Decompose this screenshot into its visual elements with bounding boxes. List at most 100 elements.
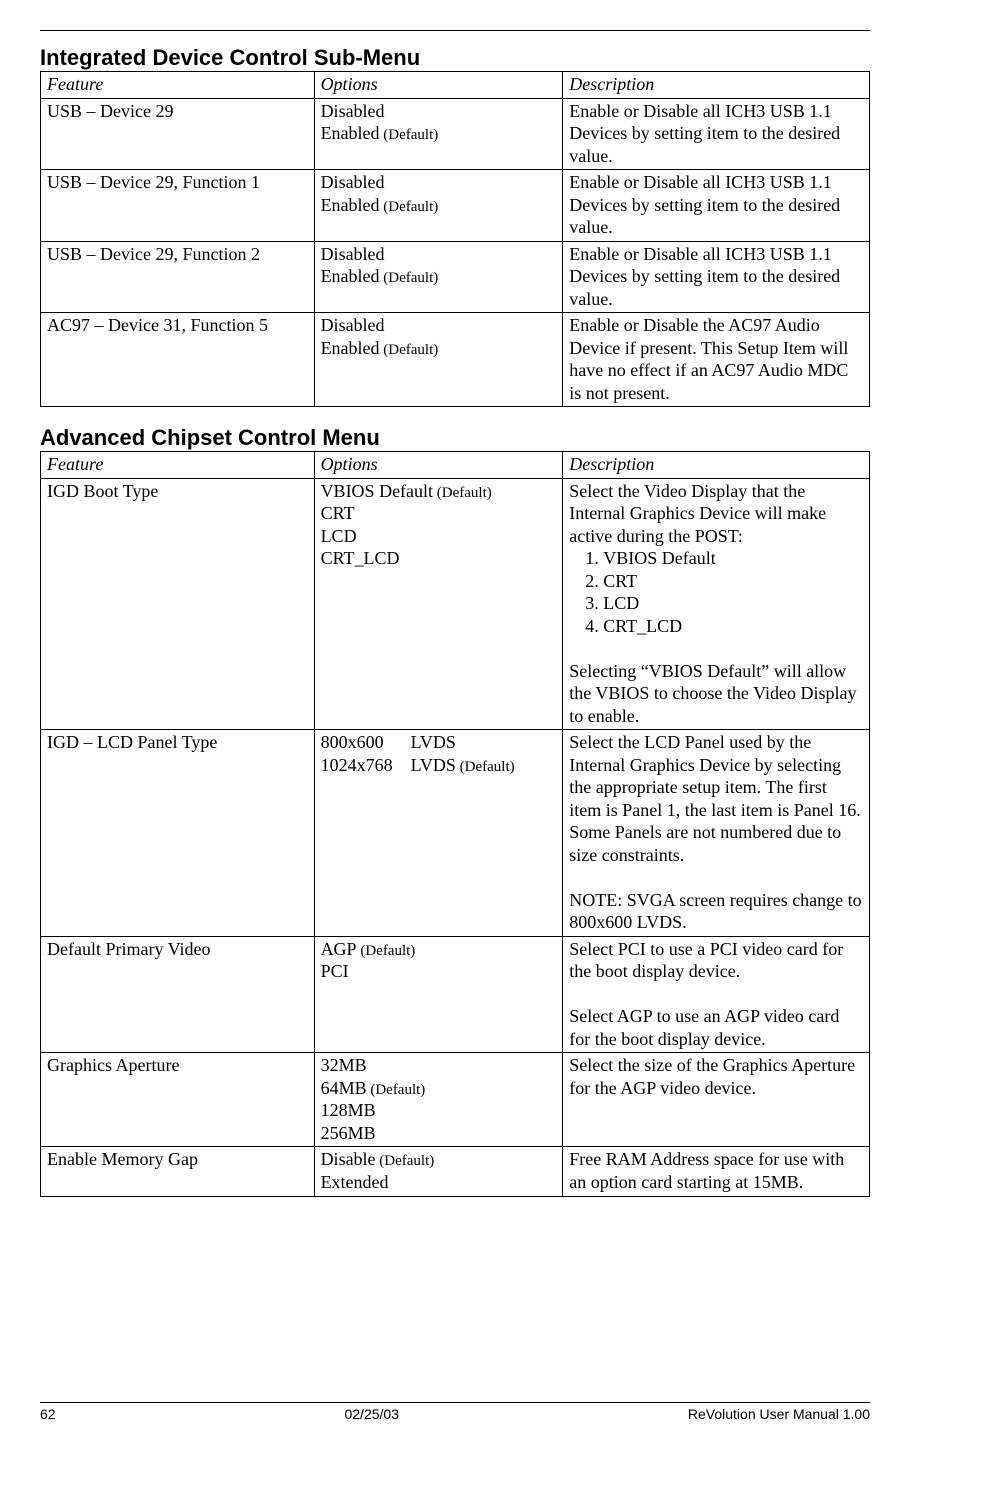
table-header-row: Feature Options Description (41, 72, 870, 99)
description-cell: Enable or Disable all ICH3 USB 1.1 Devic… (563, 241, 870, 313)
table-row: AC97 – Device 31, Function 5DisabledEnab… (41, 313, 870, 407)
options-cell: 800x600 LVDS1024x768 LVDS (Default) (314, 730, 563, 937)
description-cell: Select the Video Display that the Intern… (563, 478, 870, 730)
section2-table: Feature Options Description IGD Boot Typ… (40, 451, 870, 1197)
description-text: Selecting “VBIOS Default” will allow the… (569, 660, 863, 728)
options-cell: DisabledEnabled (Default) (314, 241, 563, 313)
section2-title: Advanced Chipset Control Menu (40, 425, 870, 451)
description-text: Enable or Disable all ICH3 USB 1.1 Devic… (569, 100, 863, 168)
option-value: Disabled (321, 171, 557, 194)
option-value: PCI (321, 960, 557, 983)
description-text: Enable or Disable all ICH3 USB 1.1 Devic… (569, 243, 863, 311)
description-list-item: VBIOS Default (603, 547, 863, 570)
feature-cell: AC97 – Device 31, Function 5 (41, 313, 315, 407)
description-list: VBIOS DefaultCRTLCDCRT_LCD (591, 547, 863, 637)
default-marker: (Default) (380, 270, 439, 286)
options-cell: 32MB64MB (Default)128MB256MB (314, 1053, 563, 1147)
feature-cell: IGD – LCD Panel Type (41, 730, 315, 937)
feature-cell: Default Primary Video (41, 936, 315, 1053)
option-value: LCD (321, 525, 557, 548)
description-cell: Select PCI to use a PCI video card for t… (563, 936, 870, 1053)
option-value: Enabled (Default) (321, 194, 557, 217)
option-value: 800x600 LVDS (321, 731, 557, 754)
table-row: Enable Memory GapDisable (Default)Extend… (41, 1147, 870, 1196)
default-marker: (Default) (367, 1082, 426, 1098)
header-options: Options (314, 452, 563, 479)
description-text: Select AGP to use an AGP video card for … (569, 1005, 863, 1050)
feature-cell: Graphics Aperture (41, 1053, 315, 1147)
option-value: VBIOS Default (Default) (321, 480, 557, 503)
description-text: Enable or Disable the AC97 Audio Device … (569, 314, 863, 404)
page-footer: 62 02/25/03 ReVolution User Manual 1.00 (40, 1402, 870, 1422)
table-row: Default Primary VideoAGP (Default)PCISel… (41, 936, 870, 1053)
header-description: Description (563, 452, 870, 479)
section1-table: Feature Options Description USB – Device… (40, 71, 870, 407)
description-cell: Select the size of the Graphics Aperture… (563, 1053, 870, 1147)
description-text: Select PCI to use a PCI video card for t… (569, 938, 863, 983)
default-marker: (Default) (380, 199, 439, 215)
description-cell: Enable or Disable all ICH3 USB 1.1 Devic… (563, 98, 870, 170)
feature-cell: USB – Device 29, Function 2 (41, 241, 315, 313)
option-value: CRT_LCD (321, 547, 557, 570)
option-value: Disabled (321, 314, 557, 337)
header-description: Description (563, 72, 870, 99)
option-value: Disabled (321, 100, 557, 123)
options-cell: DisabledEnabled (Default) (314, 170, 563, 242)
description-text: Select the size of the Graphics Aperture… (569, 1054, 863, 1099)
header-feature: Feature (41, 452, 315, 479)
default-marker: (Default) (433, 485, 492, 501)
header-options: Options (314, 72, 563, 99)
table-row: USB – Device 29, Function 1DisabledEnabl… (41, 170, 870, 242)
feature-cell: USB – Device 29 (41, 98, 315, 170)
description-cell: Free RAM Address space for use with an o… (563, 1147, 870, 1196)
option-value: 32MB (321, 1054, 557, 1077)
description-list-item: CRT_LCD (603, 615, 863, 638)
footer-manual-title: ReVolution User Manual 1.00 (688, 1406, 870, 1422)
default-marker: (Default) (380, 342, 439, 358)
option-value: 256MB (321, 1122, 557, 1145)
table-row: IGD Boot TypeVBIOS Default (Default)CRTL… (41, 478, 870, 730)
feature-cell: IGD Boot Type (41, 478, 315, 730)
description-list-item: CRT (603, 570, 863, 593)
option-value: 128MB (321, 1099, 557, 1122)
description-list-item: LCD (603, 592, 863, 615)
description-text: Enable or Disable all ICH3 USB 1.1 Devic… (569, 171, 863, 239)
option-value: Disable (Default) (321, 1148, 557, 1171)
table-row: USB – Device 29DisabledEnabled (Default)… (41, 98, 870, 170)
options-cell: DisabledEnabled (Default) (314, 98, 563, 170)
option-value: Disabled (321, 243, 557, 266)
option-value: Enabled (Default) (321, 265, 557, 288)
options-cell: Disable (Default)Extended (314, 1147, 563, 1196)
default-marker: (Default) (357, 943, 416, 959)
option-value: CRT (321, 502, 557, 525)
top-rule (40, 30, 870, 31)
header-feature: Feature (41, 72, 315, 99)
description-text: Free RAM Address space for use with an o… (569, 1148, 863, 1193)
option-value: Enabled (Default) (321, 337, 557, 360)
option-value: 64MB (Default) (321, 1077, 557, 1100)
description-cell: Select the LCD Panel used by the Interna… (563, 730, 870, 937)
options-cell: VBIOS Default (Default)CRTLCDCRT_LCD (314, 478, 563, 730)
section1-title: Integrated Device Control Sub-Menu (40, 45, 870, 71)
table-row: IGD – LCD Panel Type800x600 LVDS1024x768… (41, 730, 870, 937)
description-cell: Enable or Disable all ICH3 USB 1.1 Devic… (563, 170, 870, 242)
description-text: NOTE: SVGA screen requires change to 800… (569, 889, 863, 934)
table-header-row: Feature Options Description (41, 452, 870, 479)
option-value: Enabled (Default) (321, 122, 557, 145)
table-row: Graphics Aperture32MB64MB (Default)128MB… (41, 1053, 870, 1147)
default-marker: (Default) (376, 1153, 435, 1169)
footer-date: 02/25/03 (344, 1406, 399, 1422)
default-marker: (Default) (456, 759, 515, 775)
option-value: Extended (321, 1171, 557, 1194)
feature-cell: Enable Memory Gap (41, 1147, 315, 1196)
default-marker: (Default) (380, 127, 439, 143)
option-value: 1024x768 LVDS (Default) (321, 754, 557, 777)
options-cell: DisabledEnabled (Default) (314, 313, 563, 407)
description-text: Select the Video Display that the Intern… (569, 480, 863, 548)
description-cell: Enable or Disable the AC97 Audio Device … (563, 313, 870, 407)
description-text: Select the LCD Panel used by the Interna… (569, 731, 863, 866)
footer-page-number: 62 (40, 1406, 56, 1422)
options-cell: AGP (Default)PCI (314, 936, 563, 1053)
table-row: USB – Device 29, Function 2DisabledEnabl… (41, 241, 870, 313)
option-value: AGP (Default) (321, 938, 557, 961)
